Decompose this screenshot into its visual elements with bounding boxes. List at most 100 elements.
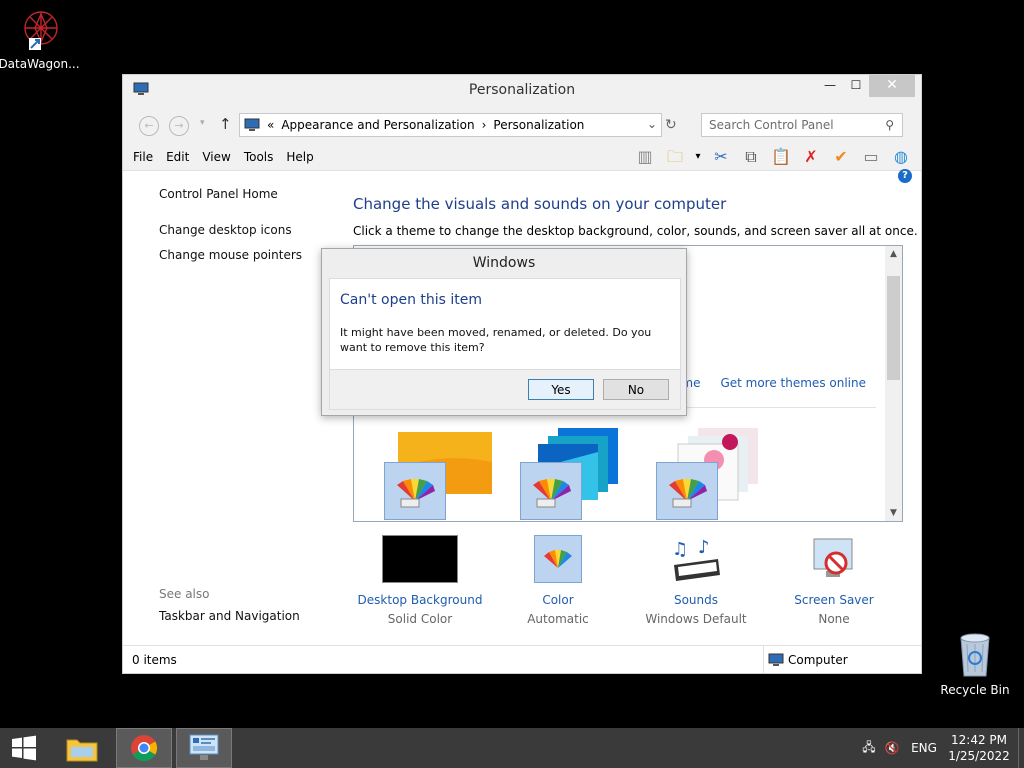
- no-button[interactable]: No: [603, 379, 669, 400]
- breadcrumb-appearance[interactable]: Appearance and Personalization: [281, 118, 474, 132]
- address-bar[interactable]: « Appearance and Personalization › Perso…: [239, 113, 662, 137]
- see-also-heading: See also: [159, 587, 210, 601]
- taskbar-file-explorer[interactable]: [54, 728, 110, 768]
- search-input[interactable]: [709, 118, 879, 132]
- computer-icon: [768, 653, 784, 666]
- color-value: Automatic: [527, 612, 589, 626]
- color-palette-icon: [534, 535, 582, 583]
- status-bar: 0 items Computer: [123, 645, 921, 673]
- rename-icon[interactable]: ▭: [859, 145, 883, 169]
- taskbar: 🖧 🔇 ENG 12:42 PM 1/25/2022: [0, 728, 1024, 768]
- network-icon[interactable]: 🖧: [858, 738, 880, 759]
- delete-icon[interactable]: ✗: [799, 145, 823, 169]
- cut-icon[interactable]: ✂: [709, 145, 733, 169]
- breadcrumb-separator[interactable]: ›: [482, 118, 487, 132]
- system-tray: 🖧 🔇 ENG 12:42 PM 1/25/2022: [858, 728, 1024, 768]
- checkmark-icon[interactable]: ✔: [829, 145, 853, 169]
- screen-saver-label[interactable]: Screen Saver: [769, 593, 899, 607]
- search-icon[interactable]: ⚲: [885, 118, 894, 132]
- color-palette-icon: [656, 462, 718, 520]
- color-palette-icon: [520, 462, 582, 520]
- forward-button[interactable]: →: [169, 116, 189, 136]
- volume-muted-icon[interactable]: 🔇: [880, 741, 904, 755]
- recycle-bin-icon: [960, 633, 990, 677]
- menu-help[interactable]: Help: [286, 150, 313, 164]
- desktop-icon-label: Recycle Bin: [940, 683, 1010, 697]
- yes-button[interactable]: Yes: [528, 379, 594, 400]
- sidebar-item-taskbar-navigation[interactable]: Taskbar and Navigation: [159, 609, 300, 623]
- up-button[interactable]: ↑: [219, 115, 232, 133]
- sounds-icon: ♫ ♪: [668, 535, 724, 583]
- desktop-icon-recycle-bin[interactable]: Recycle Bin: [930, 630, 1020, 697]
- close-button[interactable]: ✕: [869, 75, 915, 97]
- menu-file[interactable]: File: [133, 150, 153, 164]
- status-location: Computer: [788, 652, 848, 667]
- language-indicator[interactable]: ENG: [904, 741, 944, 755]
- chrome-icon: [131, 735, 158, 762]
- copy-icon[interactable]: ⧉: [739, 145, 763, 169]
- sounds-label[interactable]: Sounds: [631, 593, 761, 607]
- clock[interactable]: 12:42 PM 1/25/2022: [944, 732, 1014, 764]
- theme-list-scrollbar[interactable]: ▲ ▼: [885, 246, 902, 521]
- datawagon-icon: [24, 11, 58, 50]
- menu-tools[interactable]: Tools: [244, 150, 274, 164]
- theme-tile[interactable]: [640, 428, 780, 520]
- color-option[interactable]: Color Automatic: [493, 535, 623, 626]
- desktop-icon-datawagon[interactable]: DataWagon...: [0, 6, 84, 71]
- get-more-themes-link[interactable]: Get more themes online: [720, 376, 866, 390]
- show-desktop-button[interactable]: [1018, 728, 1024, 768]
- sounds-option[interactable]: ♫ ♪ Sounds Windows Default: [631, 535, 761, 626]
- svg-text:♫: ♫: [672, 539, 688, 560]
- taskbar-chrome[interactable]: [116, 728, 172, 768]
- scroll-down-icon[interactable]: ▼: [885, 508, 902, 518]
- dialog-title: Windows: [472, 255, 536, 271]
- paste-icon[interactable]: 📋: [769, 145, 793, 169]
- sounds-value: Windows Default: [645, 612, 747, 626]
- menu-bar: File Edit View Tools Help ▥ 🗀 ▾ ✂ ⧉ 📋 ✗ …: [123, 143, 921, 183]
- windows-logo-icon: [12, 735, 36, 761]
- dialog-heading: Can't open this item: [340, 292, 483, 308]
- scroll-up-icon[interactable]: ▲: [885, 249, 902, 259]
- scroll-thumb[interactable]: [887, 276, 900, 380]
- file-explorer-icon: [66, 739, 98, 762]
- recent-dropdown-icon[interactable]: ▾: [200, 118, 205, 128]
- address-dropdown-icon[interactable]: ⌄: [647, 117, 657, 131]
- menu-view[interactable]: View: [202, 150, 230, 164]
- start-button[interactable]: [0, 728, 48, 768]
- search-box[interactable]: ⚲: [701, 113, 903, 137]
- clock-date: 1/25/2022: [948, 749, 1010, 763]
- menu-edit[interactable]: Edit: [166, 150, 189, 164]
- window-title: Personalization: [468, 82, 576, 98]
- desktop-background-icon: [382, 535, 458, 583]
- item-count: 0 items: [132, 653, 177, 667]
- desktop-background-option[interactable]: Desktop Background Solid Color: [355, 535, 485, 626]
- sidebar-item-change-desktop-icons[interactable]: Change desktop icons: [159, 223, 339, 237]
- theme-tile[interactable]: [368, 432, 508, 520]
- address-prefix[interactable]: «: [267, 118, 274, 132]
- desktop-background-value: Solid Color: [387, 612, 453, 626]
- color-label[interactable]: Color: [493, 593, 623, 607]
- maximize-button[interactable]: ☐: [843, 75, 869, 97]
- sidebar-item-control-panel-home[interactable]: Control Panel Home: [159, 187, 339, 201]
- dialog-message: It might have been moved, renamed, or de…: [340, 326, 652, 354]
- layout-pane-icon[interactable]: ▥: [633, 145, 657, 169]
- screen-saver-option[interactable]: Screen Saver None: [769, 535, 899, 626]
- properties-folder-icon[interactable]: 🗀: [663, 145, 687, 169]
- sidebar: Control Panel Home Change desktop icons …: [159, 187, 339, 623]
- window-titlebar[interactable]: Personalization — ☐ ✕: [123, 75, 921, 105]
- control-panel-icon: [244, 118, 260, 131]
- sidebar-item-change-mouse-pointers[interactable]: Change mouse pointers: [159, 248, 339, 262]
- globe-icon[interactable]: ◍: [889, 145, 913, 169]
- desktop-background-label[interactable]: Desktop Background: [355, 593, 485, 607]
- toolbar-dropdown-icon[interactable]: ▾: [693, 145, 703, 169]
- color-palette-icon: [384, 462, 446, 520]
- desktop-icon-label: DataWagon...: [0, 57, 80, 71]
- back-button[interactable]: ←: [139, 116, 159, 136]
- page-title: Change the visuals and sounds on your co…: [353, 195, 727, 213]
- theme-tile[interactable]: [504, 428, 644, 520]
- taskbar-control-panel[interactable]: [176, 728, 232, 768]
- breadcrumb-personalization[interactable]: Personalization: [493, 118, 584, 132]
- refresh-icon[interactable]: ↻: [665, 117, 677, 133]
- minimize-button[interactable]: —: [817, 75, 843, 97]
- page-description: Click a theme to change the desktop back…: [353, 224, 918, 238]
